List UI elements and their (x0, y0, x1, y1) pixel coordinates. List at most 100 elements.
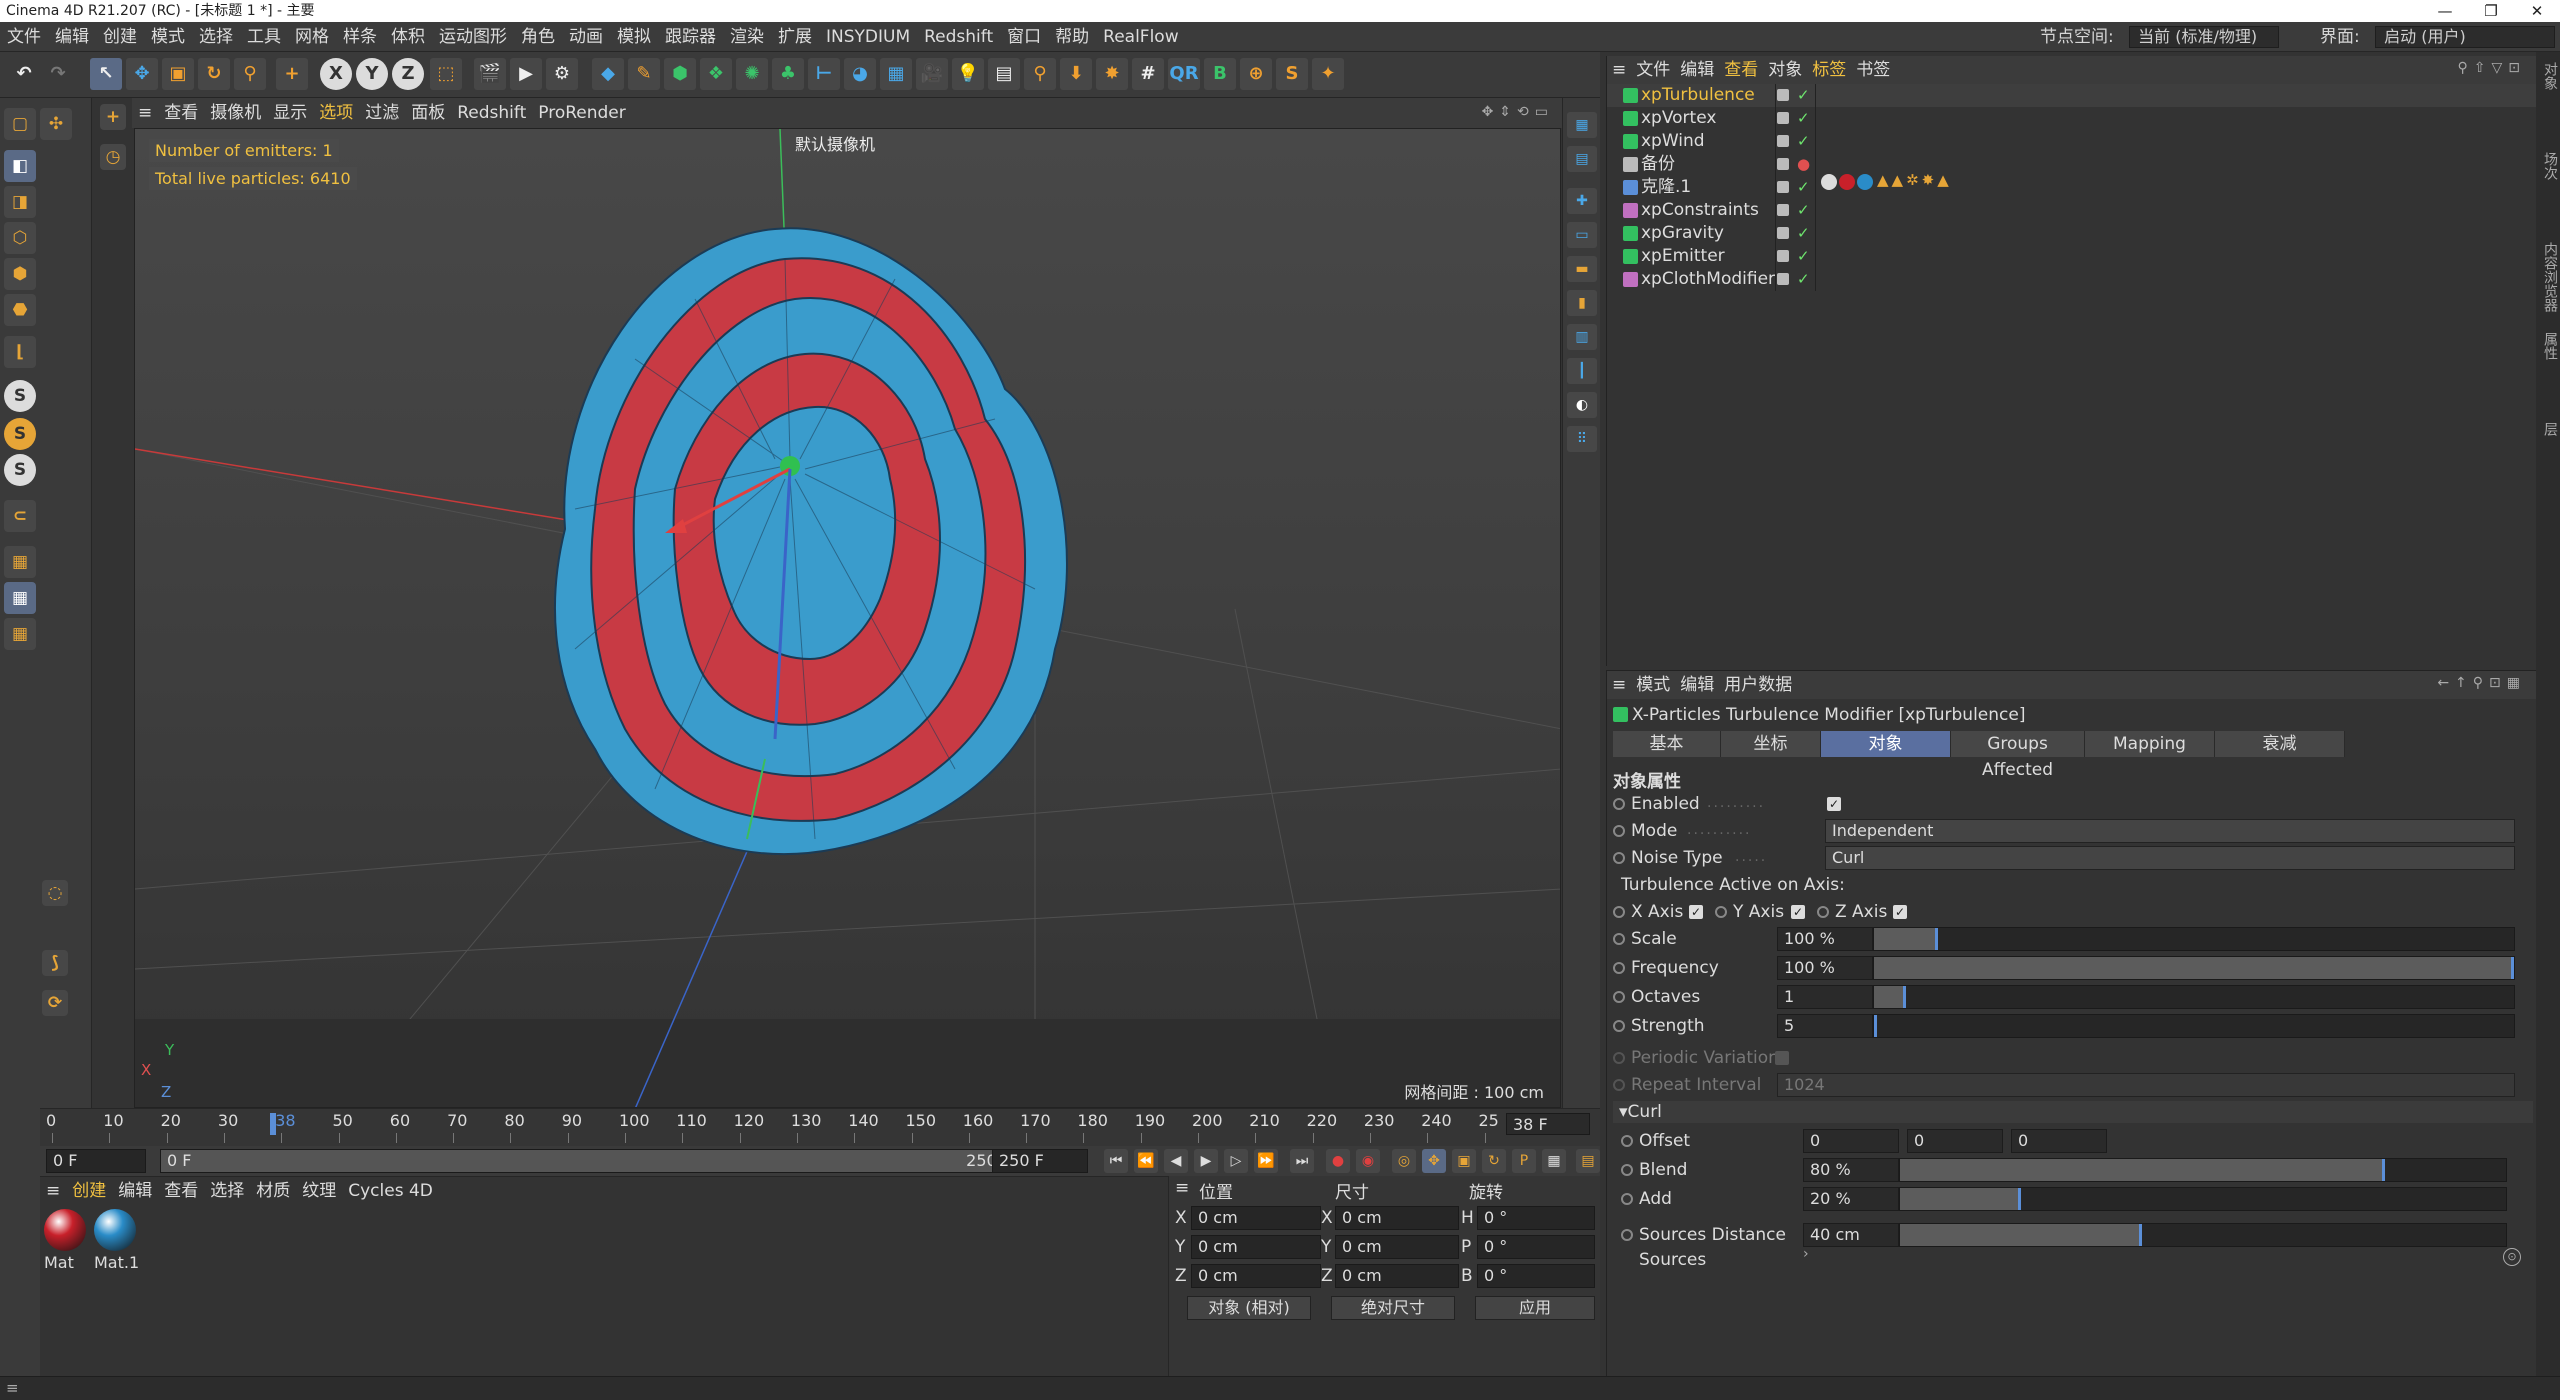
b-plugin-icon[interactable]: B (1204, 58, 1236, 90)
cube-icon[interactable]: ◆ (592, 58, 624, 90)
z-axis-lock-icon[interactable]: Z (392, 58, 424, 90)
object-name[interactable]: xpGravity (1641, 222, 1724, 245)
menu-item-11[interactable]: 动画 (562, 22, 610, 52)
recent-tool-icon[interactable]: ⚲ (234, 58, 266, 90)
attribute-menu-1[interactable]: 编辑 (1675, 671, 1719, 699)
select-tool-icon[interactable]: ↖ (90, 58, 122, 90)
frequency-anim-dot[interactable] (1613, 962, 1625, 974)
key-param-icon[interactable]: P (1512, 1149, 1536, 1173)
viewport-menu-6[interactable]: Redshift (451, 98, 532, 128)
coord-mode-dropdown[interactable]: 对象 (相对) (1187, 1296, 1311, 1320)
viewport-menu-5[interactable]: 面板 (405, 98, 451, 128)
menu-item-19[interactable]: 帮助 (1048, 22, 1096, 52)
grid-icon[interactable]: # (1132, 58, 1164, 90)
menu-item-3[interactable]: 模式 (144, 22, 192, 52)
noise-type-dropdown[interactable]: Curl (1825, 846, 2515, 870)
axis-mode-icon[interactable]: ⌊ (4, 336, 36, 368)
material-menu-1[interactable]: 编辑 (112, 1177, 158, 1205)
render-view-icon[interactable]: ▶ (510, 58, 542, 90)
snap-s3-icon[interactable]: S (4, 454, 36, 486)
object-name[interactable]: xpTurbulence (1641, 84, 1755, 107)
xp-cache-icon[interactable]: ⬇ (1060, 58, 1092, 90)
enabled-checkbox[interactable]: ✓ (1827, 797, 1841, 811)
object-disabled-icon[interactable]: ● (1797, 153, 1810, 176)
material-menu-3[interactable]: 选择 (204, 1177, 250, 1205)
viewport-menu-icon[interactable]: ≡ (132, 98, 158, 128)
y-axis-lock-icon[interactable]: Y (356, 58, 388, 90)
object-enabled-check-icon[interactable]: ✓ (1797, 222, 1810, 245)
octaves-slider[interactable] (1873, 985, 2515, 1009)
coord-rotation-field[interactable]: 0 ° (1477, 1206, 1595, 1230)
qr-icon[interactable]: QR (1168, 58, 1200, 90)
tag-mat-icon[interactable] (1839, 174, 1855, 190)
x-axis-anim-dot[interactable] (1613, 906, 1625, 918)
layout-icon-6[interactable]: ▮ (1567, 290, 1597, 316)
measure-icon[interactable]: ◷ (100, 144, 126, 170)
keyframe-icon[interactable]: ◎ (1392, 1149, 1416, 1173)
object-name[interactable]: xpEmitter (1641, 245, 1725, 268)
coord-size-field[interactable]: 0 cm (1335, 1264, 1459, 1288)
strength-slider[interactable] (1873, 1014, 2515, 1038)
object-menu-icon[interactable]: ≡ (1607, 56, 1631, 84)
blend-slider[interactable] (1899, 1158, 2507, 1182)
offset-x-field[interactable]: 0 (1803, 1129, 1899, 1153)
scale-slider[interactable] (1873, 927, 2515, 951)
floor-icon[interactable]: ⊢ (808, 58, 840, 90)
apply-button[interactable]: 应用 (1475, 1296, 1595, 1320)
object-row[interactable]: xpTurbulence ✓ (1607, 84, 2537, 107)
coord-position-field[interactable]: 0 cm (1191, 1264, 1321, 1288)
z-axis-anim-dot[interactable] (1817, 906, 1829, 918)
layout-icon-8[interactable]: ┃ (1567, 358, 1597, 384)
object-name[interactable]: xpClothModifier (1641, 268, 1775, 291)
menu-item-10[interactable]: 角色 (514, 22, 562, 52)
blend-anim-dot[interactable] (1621, 1164, 1633, 1176)
object-name[interactable]: xpWind (1641, 130, 1705, 153)
rotate-tool-icon[interactable]: ↻ (198, 58, 230, 90)
plus-tool-icon[interactable]: + (276, 58, 308, 90)
cloner-icon[interactable]: ❖ (700, 58, 732, 90)
texture-icon[interactable]: ◨ (4, 186, 36, 218)
subdivision-icon[interactable]: ⬢ (664, 58, 696, 90)
current-frame-display[interactable]: 38 F (1506, 1113, 1590, 1135)
octaves-anim-dot[interactable] (1613, 991, 1625, 1003)
menu-item-0[interactable]: 文件 (0, 22, 48, 52)
coord-size-field[interactable]: 0 cm (1335, 1235, 1459, 1259)
menu-item-18[interactable]: 窗口 (1000, 22, 1048, 52)
key-scale-icon[interactable]: ▣ (1452, 1149, 1476, 1173)
sources-expand-icon[interactable]: › (1803, 1246, 1809, 1262)
object-row[interactable]: xpGravity ✓ (1607, 222, 2537, 245)
prev-key-icon[interactable]: ⏪ (1134, 1149, 1158, 1173)
material-menu-5[interactable]: 纹理 (296, 1177, 342, 1205)
object-visibility-icon[interactable] (1777, 158, 1789, 170)
preview-range-slider[interactable]: 0 F 250 F (160, 1149, 1020, 1173)
repeat-field[interactable]: 1024 (1777, 1073, 2515, 1097)
viewport-nav-icons[interactable]: ✥⇕⟲▭ (1482, 104, 1554, 120)
sources_distance-slider[interactable] (1899, 1223, 2507, 1247)
menu-item-13[interactable]: 跟踪器 (658, 22, 723, 52)
menu-item-1[interactable]: 编辑 (48, 22, 96, 52)
sources_distance-field[interactable]: 40 cm (1803, 1223, 1899, 1247)
add-tool-icon[interactable]: + (100, 104, 126, 130)
layout-icon-1[interactable]: ▦ (1567, 112, 1597, 138)
attribute-menu-0[interactable]: 模式 (1631, 671, 1675, 699)
object-visibility-icon[interactable] (1777, 135, 1789, 147)
next-frame-icon[interactable]: ▷ (1224, 1149, 1248, 1173)
coord-size-field[interactable]: 0 cm (1335, 1206, 1459, 1230)
curl-section[interactable]: ▾Curl (1613, 1101, 2533, 1123)
object-menu-1[interactable]: 编辑 (1675, 56, 1719, 84)
blend-field[interactable]: 80 % (1803, 1158, 1899, 1182)
coord-rotation-field[interactable]: 0 ° (1477, 1235, 1595, 1259)
right-tab-3[interactable]: 属性 (2540, 332, 2560, 360)
model-mode-icon[interactable]: ◧ (4, 150, 36, 182)
right-tab-4[interactable]: 层 (2540, 422, 2560, 436)
add-anim-dot[interactable] (1621, 1193, 1633, 1205)
go-start-icon[interactable]: ⏮ (1104, 1149, 1128, 1173)
pen-icon[interactable]: ✎ (628, 58, 660, 90)
coord-position-field[interactable]: 0 cm (1191, 1235, 1321, 1259)
menu-item-8[interactable]: 体积 (384, 22, 432, 52)
object-enabled-check-icon[interactable]: ✓ (1797, 107, 1810, 130)
object-row[interactable]: xpConstraints ✓ (1607, 199, 2537, 222)
attribute-tab-4[interactable]: Mapping (2085, 731, 2215, 757)
mode-anim-dot[interactable] (1613, 825, 1625, 837)
render-settings-icon[interactable]: ⚙ (546, 58, 578, 90)
